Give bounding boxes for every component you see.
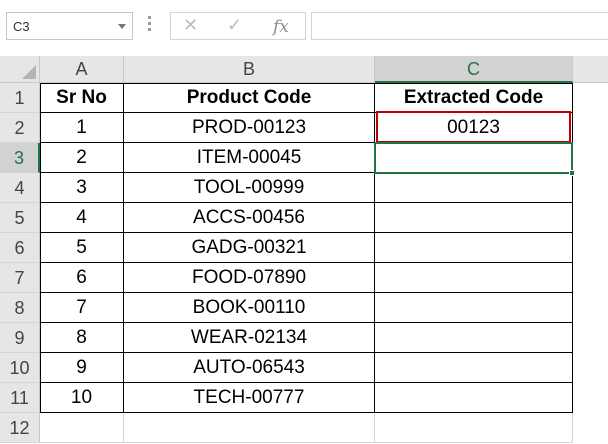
enter-icon[interactable]: ✓ [227,15,242,36]
cell-a8[interactable]: 7 [40,293,124,323]
row-header-5[interactable]: 5 [0,203,40,233]
column-header-a[interactable]: A [40,56,124,83]
cell-b3[interactable]: ITEM-00045 [124,143,375,173]
cell-b1[interactable]: Product Code [124,83,375,113]
column-header-b[interactable]: B [124,56,375,83]
row-header-12[interactable]: 12 [0,413,40,443]
row-header-1[interactable]: 1 [0,83,40,113]
cell-c6[interactable] [375,233,573,263]
grip-dots-icon[interactable] [148,16,152,36]
cell-a2[interactable]: 1 [40,113,124,143]
formula-bar: C3 ✕ ✓ fx [0,0,608,56]
cell-b6[interactable]: GADG-00321 [124,233,375,263]
row-header-3[interactable]: 3 [0,143,40,173]
cell-c12[interactable] [375,413,573,443]
row-header-7[interactable]: 7 [0,263,40,293]
cell-c8[interactable] [375,293,573,323]
select-all-icon [22,65,36,79]
select-all-button[interactable] [0,56,40,83]
cell-c10[interactable] [375,353,573,383]
row-header-2[interactable]: 2 [0,113,40,143]
chevron-down-icon[interactable] [118,24,126,29]
row-header-6[interactable]: 6 [0,233,40,263]
cell-a6[interactable]: 5 [40,233,124,263]
column-header-c[interactable]: C [375,56,573,83]
cell-b7[interactable]: FOOD-07890 [124,263,375,293]
cell-c2[interactable]: 00123 [375,113,573,143]
formula-input[interactable] [311,12,608,40]
row-header-4[interactable]: 4 [0,173,40,203]
cell-a9[interactable]: 8 [40,323,124,353]
cancel-icon[interactable]: ✕ [183,15,198,36]
cell-c11[interactable] [375,383,573,413]
cell-b8[interactable]: BOOK-00110 [124,293,375,323]
spreadsheet-grid: A B C 1 2 3 4 5 6 7 8 9 10 11 12 Sr No P… [0,56,608,444]
cell-c9[interactable] [375,323,573,353]
formula-buttons: ✕ ✓ fx [170,12,306,40]
cell-b4[interactable]: TOOL-00999 [124,173,375,203]
row-header-9[interactable]: 9 [0,323,40,353]
fill-handle[interactable] [569,170,575,176]
cell-b12[interactable] [124,413,375,443]
cell-c3[interactable] [375,143,573,173]
cell-a10[interactable]: 9 [40,353,124,383]
row-header-11[interactable]: 11 [0,383,40,413]
cell-a4[interactable]: 3 [40,173,124,203]
cell-a1[interactable]: Sr No [40,83,124,113]
cell-a3[interactable]: 2 [40,143,124,173]
cell-b2[interactable]: PROD-00123 [124,113,375,143]
cell-c1[interactable]: Extracted Code [375,83,573,113]
name-box[interactable]: C3 [6,12,133,40]
cell-a12[interactable] [40,413,124,443]
cell-c5[interactable] [375,203,573,233]
cell-a11[interactable]: 10 [40,383,124,413]
cell-b11[interactable]: TECH-00777 [124,383,375,413]
fx-icon[interactable]: fx [273,17,289,37]
cell-b10[interactable]: AUTO-06543 [124,353,375,383]
row-header-10[interactable]: 10 [0,353,40,383]
cell-c7[interactable] [375,263,573,293]
column-header-d[interactable] [573,56,608,83]
cell-b5[interactable]: ACCS-00456 [124,203,375,233]
cell-c4[interactable] [375,173,573,203]
row-header-8[interactable]: 8 [0,293,40,323]
cell-a5[interactable]: 4 [40,203,124,233]
cell-b9[interactable]: WEAR-02134 [124,323,375,353]
cell-a7[interactable]: 6 [40,263,124,293]
name-box-value: C3 [13,19,30,34]
